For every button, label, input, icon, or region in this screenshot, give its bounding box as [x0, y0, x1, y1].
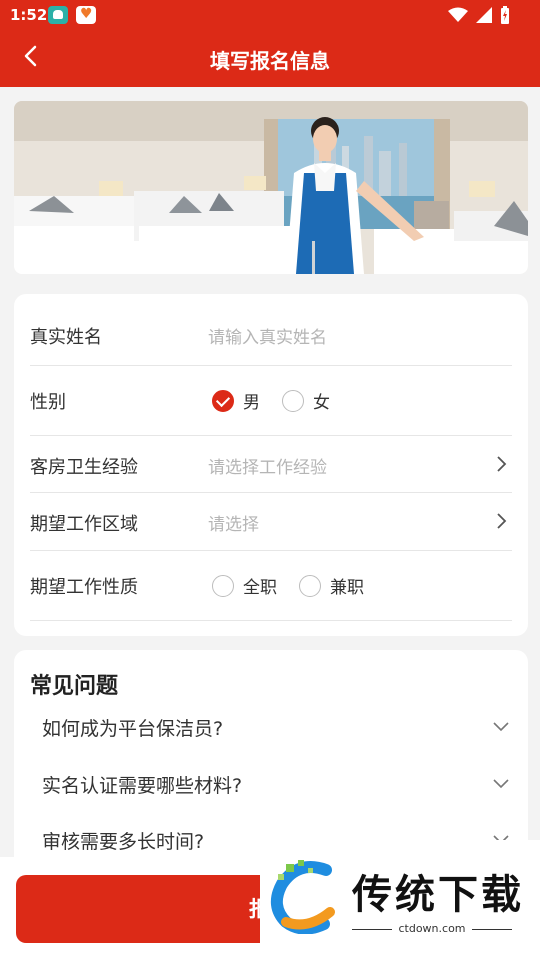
gender-label: 性别 — [30, 392, 66, 413]
system-icons — [448, 6, 510, 24]
radio-checked-icon — [212, 389, 234, 412]
status-bar: 1:52 — [0, 0, 540, 32]
jobtype-fulltime-label: 全职 — [243, 578, 277, 598]
battery-icon — [501, 6, 509, 24]
faq-question: 审核需要多长时间? — [42, 831, 205, 853]
area-select[interactable]: 请选择 — [208, 510, 259, 535]
banner-image — [14, 101, 528, 274]
wifi-icon — [448, 7, 468, 22]
name-label: 真实姓名 — [30, 327, 102, 348]
faq-question: 如何成为平台保洁员? — [42, 718, 224, 740]
chevron-down-icon — [493, 722, 509, 732]
area-row[interactable]: 期望工作区域 请选择 — [30, 493, 512, 551]
signal-icon — [476, 7, 492, 23]
nav-row: 填写报名信息 — [0, 32, 540, 87]
faq-question: 实名认证需要哪些材料? — [42, 775, 243, 797]
jobtype-option-fulltime[interactable]: 全职 — [212, 573, 277, 598]
faq-item[interactable]: 实名认证需要哪些材料? — [42, 771, 512, 798]
name-row: 真实姓名 请输入真实姓名 — [30, 294, 512, 366]
gender-option-female[interactable]: 女 — [282, 388, 330, 413]
page-title: 填写报名信息 — [210, 49, 330, 73]
watermark-logo-icon — [270, 860, 335, 934]
gender-male-label: 男 — [243, 393, 260, 413]
experience-label: 客房卫生经验 — [30, 457, 138, 478]
watermark: 传统下载 ctdown.com — [260, 840, 540, 944]
app-notification-icon — [48, 6, 68, 24]
jobtype-parttime-label: 兼职 — [330, 578, 364, 598]
gender-row: 性别 男 女 — [30, 366, 512, 436]
heart-app-icon — [76, 6, 96, 24]
jobtype-row: 期望工作性质 全职 兼职 — [30, 551, 512, 621]
radio-unchecked-icon — [282, 389, 304, 412]
jobtype-label: 期望工作性质 — [30, 577, 138, 598]
hotel-room-illustration — [14, 101, 528, 274]
experience-select[interactable]: 请选择工作经验 — [208, 453, 327, 478]
name-input[interactable]: 请输入真实姓名 — [208, 323, 327, 348]
area-label: 期望工作区域 — [30, 514, 138, 535]
watermark-rule — [472, 929, 512, 930]
top-bar: 1:52 填写报名信息 — [0, 0, 540, 87]
experience-row[interactable]: 客房卫生经验 请选择工作经验 — [30, 436, 512, 493]
registration-form: 真实姓名 请输入真实姓名 性别 男 女 客房卫生经验 请选择工作经验 期望工作区… — [14, 294, 528, 636]
watermark-text: 传统下载 — [352, 872, 524, 918]
chevron-right-icon — [497, 456, 507, 472]
chevron-right-icon — [497, 513, 507, 529]
faq-title: 常见问题 — [30, 674, 119, 699]
radio-unchecked-icon — [299, 574, 321, 597]
status-time: 1:52 — [10, 6, 48, 24]
gender-option-male[interactable]: 男 — [212, 388, 260, 413]
chevron-down-icon — [493, 779, 509, 789]
gender-female-label: 女 — [313, 393, 330, 413]
jobtype-option-parttime[interactable]: 兼职 — [299, 573, 364, 598]
radio-unchecked-icon — [212, 574, 234, 597]
faq-item[interactable]: 如何成为平台保洁员? — [42, 714, 512, 741]
